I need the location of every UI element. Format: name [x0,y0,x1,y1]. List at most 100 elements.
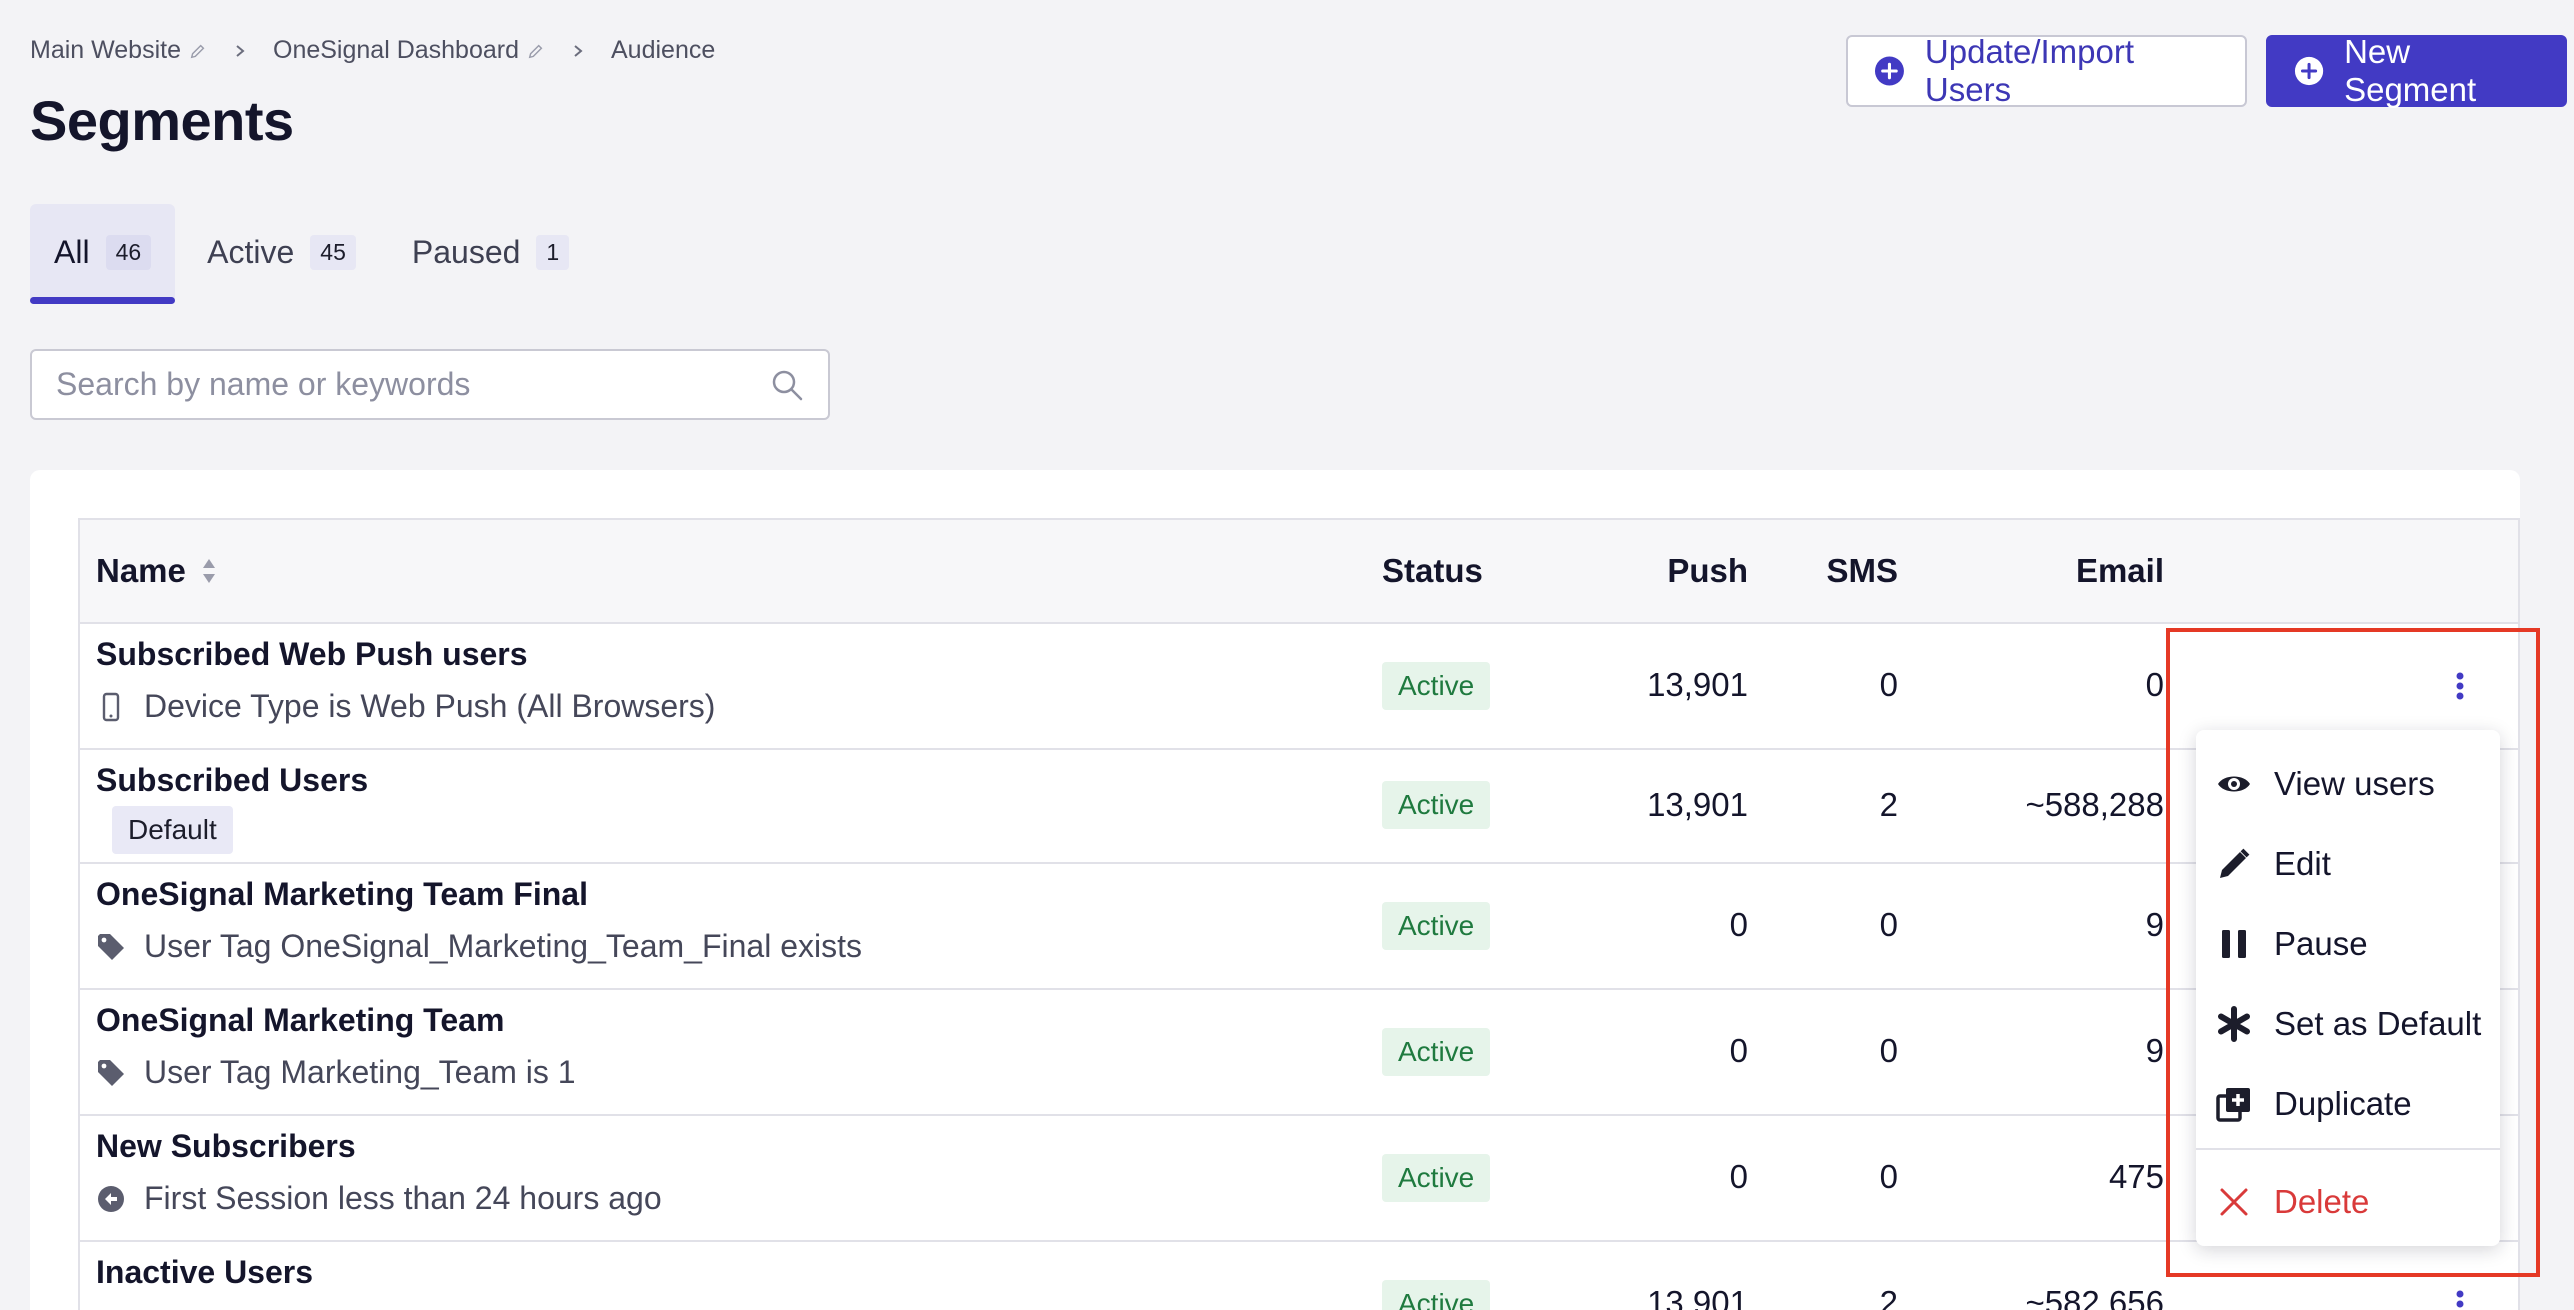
table-row[interactable]: Subscribed Web Push users Device Type is… [80,624,2518,750]
tab-count-badge: 46 [105,234,152,270]
segments-table: Name Status Push SMS Email Subscribed We… [78,518,2520,1310]
chevron-right-icon [574,44,583,57]
row-actions-menu: View users Edit Pause Set as Default Dup… [2196,730,2500,1246]
breadcrumb-item-main-website[interactable]: Main Website [30,36,207,65]
email-count: ~588,288 [2025,786,2164,823]
segment-name[interactable]: OneSignal Marketing Team Final [96,876,588,913]
sms-count: 0 [1879,1158,1898,1195]
segment-description: Device Type is Web Push (All Browsers) [96,688,715,725]
email-count: 9 [2145,906,2164,943]
segment-tabs: All 46 Active 45 Paused 1 [30,204,601,304]
menu-item-duplicate[interactable]: Duplicate [2216,1074,2412,1134]
email-count: 0 [2145,666,2164,703]
pencil-icon [2220,848,2250,878]
status-badge: Active [1382,662,1491,710]
table-row[interactable]: OneSignal Marketing Team Final User Tag … [80,864,2518,990]
menu-divider [2196,1148,2500,1150]
email-count: 9 [2145,1032,2164,1069]
segment-description-text: User Tag Marketing_Team is 1 [144,1054,576,1090]
breadcrumb-label[interactable]: Main Website [30,36,181,65]
column-header-push: Push [1667,552,1748,589]
column-header-sms: SMS [1826,552,1898,589]
table-row[interactable]: OneSignal Marketing Team User Tag Market… [80,990,2518,1116]
pencil-icon[interactable] [527,42,545,60]
menu-item-view-users[interactable]: View users [2216,754,2435,814]
tab-paused[interactable]: Paused 1 [388,204,593,300]
menu-item-label: Pause [2274,925,2368,962]
segment-description-text: User Tag OneSignal_Marketing_Team_Final … [144,928,862,964]
update-import-users-label: Update/Import Users [1924,33,2135,108]
more-options-icon[interactable] [2450,666,2470,706]
eye-icon [2218,776,2250,792]
breadcrumb: Main Website OneSignal Dashboard Audienc… [30,36,715,65]
asterisk-icon [2218,1006,2250,1042]
sort-icon[interactable] [200,556,218,586]
sms-count: 0 [1879,1032,1898,1069]
tab-label: Active [207,233,295,270]
sms-count: 0 [1879,906,1898,943]
plus-circle-icon [1874,56,1904,86]
new-segment-button[interactable]: New Segment [2266,33,2567,108]
duplicate-icon [2216,1088,2250,1122]
status-badge: Active [1382,1154,1491,1202]
push-count: 13,901 [1647,786,1748,823]
segment-name[interactable]: OneSignal Marketing Team [96,1002,504,1039]
segment-description: First Session less than 24 hours ago [96,1180,662,1217]
default-badge: Default [112,806,233,854]
tab-count-badge: 45 [310,234,356,270]
segment-name[interactable]: Inactive Users [96,1254,313,1291]
status-badge: Active [1382,781,1491,829]
sms-count: 2 [1879,1284,1898,1310]
segment-description: User Tag Marketing_Team is 1 [96,1054,576,1091]
table-row[interactable]: Inactive Users Active 13,901 2 ~582,656 [80,1242,2518,1310]
segment-description-text: First Session less than 24 hours ago [144,1180,662,1216]
column-header-status: Status [1382,552,1483,589]
push-count: 0 [1729,1032,1748,1069]
menu-item-label: Delete [2274,1183,2370,1220]
new-segment-label: New Segment [2344,33,2477,108]
menu-item-label: Edit [2274,845,2331,882]
tab-active[interactable]: Active 45 [183,204,380,300]
column-header-label: Name [96,552,186,589]
breadcrumb-label[interactable]: OneSignal Dashboard [273,36,519,65]
update-import-users-button[interactable]: Update/Import Users [1846,33,2247,108]
search-icon[interactable] [770,368,804,402]
tag-icon [98,1059,124,1086]
sms-count: 2 [1879,786,1898,823]
tab-count-badge: 1 [536,234,570,270]
breadcrumb-item-audience: Audience [611,36,715,65]
push-count: 0 [1729,906,1748,943]
menu-item-delete[interactable]: Delete [2216,1172,2369,1232]
segment-name[interactable]: Subscribed Users [96,762,368,799]
status-badge: Active [1382,1280,1491,1310]
tag-icon [98,933,124,960]
more-options-icon[interactable] [2450,1284,2470,1310]
search-input[interactable] [56,366,770,403]
table-row[interactable]: New Subscribers First Session less than … [80,1116,2518,1242]
menu-item-set-as-default[interactable]: Set as Default [2216,994,2481,1054]
menu-item-pause[interactable]: Pause [2216,914,2368,974]
menu-item-label: View users [2274,765,2435,802]
breadcrumb-label: Audience [611,36,716,64]
segment-name[interactable]: New Subscribers [96,1128,356,1165]
email-count: 475 [2108,1158,2164,1195]
segments-card: Name Status Push SMS Email Subscribed We… [30,470,2520,1310]
segment-description: User Tag OneSignal_Marketing_Team_Final … [96,928,862,965]
menu-item-edit[interactable]: Edit [2216,834,2331,894]
segment-name[interactable]: Subscribed Web Push users [96,636,528,673]
breadcrumb-item-onesignal-dashboard[interactable]: OneSignal Dashboard [273,36,545,65]
tab-label: Paused [411,233,521,270]
close-icon [2220,1188,2248,1216]
tab-all[interactable]: All 46 [30,204,176,304]
tab-label: All [54,233,90,270]
pencil-icon[interactable] [189,42,207,60]
status-badge: Active [1382,1028,1491,1076]
table-row[interactable]: Subscribed Users Default Active 13,901 2… [80,750,2518,864]
column-header-name[interactable]: Name [96,520,218,622]
push-count: 0 [1729,1158,1748,1195]
chevron-right-icon [236,44,245,57]
menu-item-label: Set as Default [2274,1005,2482,1042]
column-header-email: Email [2075,552,2164,589]
search-box[interactable] [30,349,830,420]
email-count: ~582,656 [2025,1284,2164,1310]
